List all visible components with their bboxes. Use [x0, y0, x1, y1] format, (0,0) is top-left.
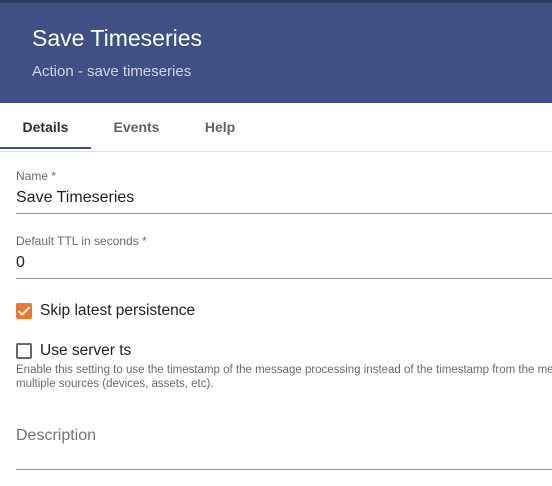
panel-header: Save Timeseries Action - save timeseries: [0, 0, 552, 103]
description-field[interactable]: Description: [16, 427, 96, 445]
use-server-ts-hint: Enable this setting to use the timestamp…: [16, 363, 552, 391]
use-server-ts-label[interactable]: Use server ts: [40, 342, 131, 360]
ttl-field-label: Default TTL in seconds *: [16, 234, 147, 248]
checkmark-icon: [17, 306, 31, 316]
ttl-field-underline: [16, 278, 552, 279]
hint-line-1: Enable this setting to use the timestamp…: [16, 364, 552, 376]
name-field-underline: [16, 213, 552, 214]
tab-events[interactable]: Events: [91, 103, 182, 151]
name-field[interactable]: Save Timeseries: [16, 189, 134, 207]
hint-line-2: multiple sources (devices, assets, etc).: [16, 378, 214, 390]
node-title: Save Timeseries: [32, 25, 203, 51]
description-underline: [16, 469, 552, 470]
use-server-ts-checkbox[interactable]: [16, 343, 32, 359]
tab-bar: Details Events Help: [0, 103, 552, 152]
name-field-label: Name *: [16, 169, 57, 183]
node-subtitle: Action - save timeseries: [32, 63, 192, 80]
tab-help[interactable]: Help: [182, 103, 258, 151]
skip-latest-checkbox[interactable]: [16, 303, 32, 319]
active-tab-indicator: [0, 147, 91, 149]
ttl-field[interactable]: 0: [16, 254, 25, 272]
tab-details[interactable]: Details: [0, 103, 91, 151]
rule-node-details-panel: Save Timeseries Action - save timeseries…: [0, 0, 552, 486]
skip-latest-label[interactable]: Skip latest persistence: [40, 302, 195, 320]
